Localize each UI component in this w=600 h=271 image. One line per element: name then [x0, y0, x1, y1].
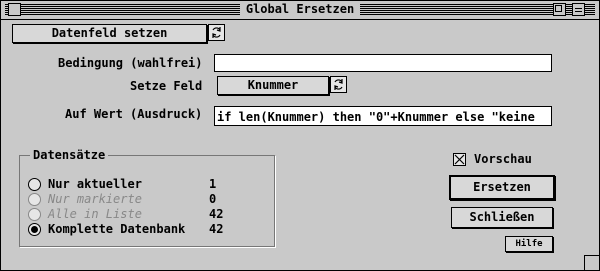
radio-complete-database[interactable]: [28, 223, 41, 236]
help-button[interactable]: Hilfe: [505, 236, 553, 252]
value-expression-label: Auf Wert (Ausdruck): [65, 107, 203, 121]
option-count-all-in-list: 42: [209, 207, 224, 221]
radio-marked-records[interactable]: [28, 193, 41, 206]
popup-arrow-icon[interactable]: [208, 24, 225, 41]
field-select-button[interactable]: Knummer: [217, 76, 329, 95]
zoom-box-icon[interactable]: [553, 3, 566, 16]
radio-selected-dot: [31, 226, 38, 233]
field-select-label: Knummer: [247, 78, 299, 92]
option-label-complete-database: Komplette Datenbank: [48, 222, 186, 236]
condition-label: Bedingung (wahlfrei): [58, 56, 203, 70]
option-count-current: 1: [209, 177, 217, 191]
set-datafield-label: Datenfeld setzen: [51, 26, 168, 40]
resize-grip-icon[interactable]: [584, 255, 599, 270]
title-bar[interactable]: Global Ersetzen: [1, 1, 599, 20]
preview-checkbox[interactable]: [453, 153, 466, 166]
records-group-title: Datensätze: [30, 148, 109, 162]
replace-button-label: Ersetzen: [473, 180, 531, 194]
option-count-marked: 0: [209, 192, 217, 206]
dialog-window: Global Ersetzen Datenfeld setzen Bedingu…: [0, 0, 600, 271]
collapse-box-icon[interactable]: [572, 3, 585, 16]
condition-input[interactable]: [214, 54, 552, 72]
replace-button[interactable]: Ersetzen: [449, 175, 555, 200]
option-label-marked: Nur markierte: [48, 192, 142, 206]
option-label-current: Nur aktueller: [48, 177, 142, 191]
popup-arrow-icon[interactable]: [330, 76, 347, 93]
value-expression-input[interactable]: if len(Knummer) then "0"+Knummer else "k…: [214, 106, 552, 126]
option-count-complete-database: 42: [209, 222, 224, 236]
set-field-label: Setze Feld: [130, 79, 203, 93]
option-label-all-in-list: Alle in Liste: [48, 207, 142, 221]
preview-label: Vorschau: [474, 152, 532, 166]
radio-current-record[interactable]: [28, 178, 41, 191]
help-button-label: Hilfe: [515, 239, 543, 249]
radio-all-in-list[interactable]: [28, 208, 41, 221]
close-button-label: Schließen: [469, 210, 535, 224]
check-x-icon: [454, 154, 465, 165]
close-button[interactable]: Schließen: [451, 207, 553, 228]
set-datafield-button[interactable]: Datenfeld setzen: [12, 24, 207, 43]
window-title: Global Ersetzen: [1, 2, 599, 16]
